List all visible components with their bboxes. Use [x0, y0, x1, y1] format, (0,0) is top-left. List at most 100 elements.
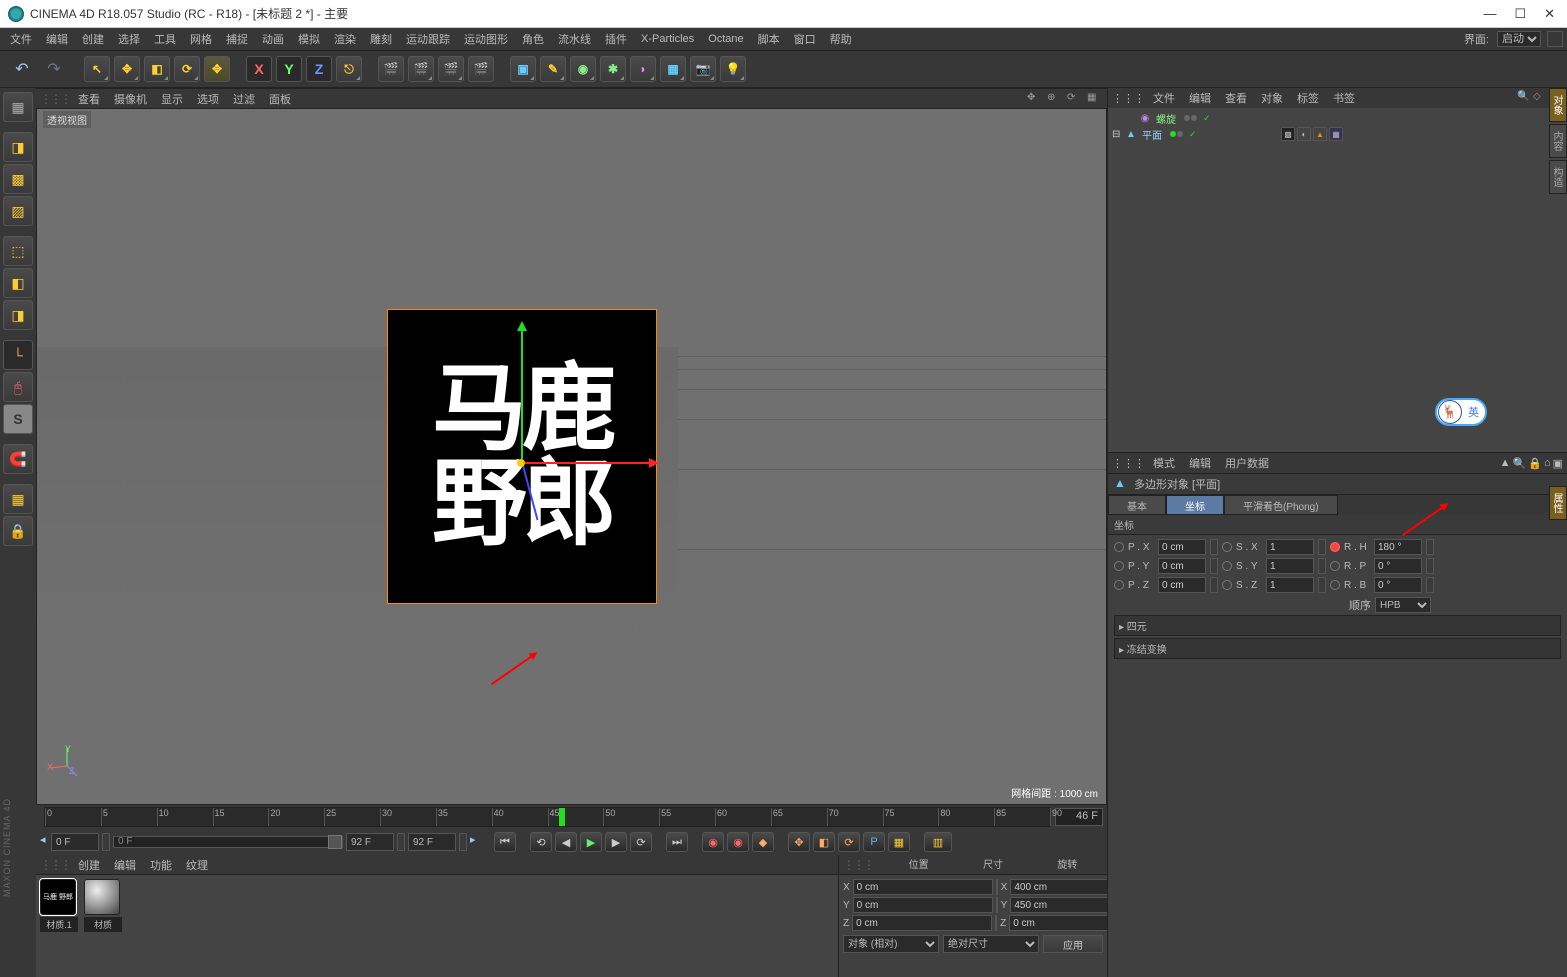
vp-rotate-icon[interactable]: ⟳: [1067, 92, 1081, 106]
attr-scale-field[interactable]: [1266, 539, 1314, 555]
menu-edit[interactable]: 编辑: [40, 29, 74, 49]
keyframe-selection[interactable]: ◆: [752, 832, 774, 852]
texture-tag[interactable]: ◐: [1297, 127, 1311, 141]
generator-subdivision[interactable]: ◉: [570, 56, 596, 82]
perspective-viewport[interactable]: 透视视图 马鹿 野郎 XYZ 网格间距: [36, 108, 1107, 805]
go-end-button[interactable]: ⏭: [666, 832, 688, 852]
spinner[interactable]: [1210, 539, 1218, 555]
range-slider-thumb[interactable]: [328, 835, 342, 849]
scale-tool[interactable]: ◧: [144, 56, 170, 82]
tweak-mode[interactable]: ▦: [3, 484, 33, 514]
spinner[interactable]: [996, 897, 998, 913]
model-mode[interactable]: ◨: [3, 132, 33, 162]
panel-grip-icon[interactable]: ⋮⋮⋮: [1112, 457, 1145, 470]
spinner[interactable]: [397, 833, 405, 851]
attr-menu-userdata[interactable]: 用户数据: [1219, 453, 1275, 473]
obj-menu-tags[interactable]: 标签: [1291, 88, 1325, 108]
viewport-solo[interactable]: 🖰: [3, 372, 33, 402]
object-name[interactable]: 螺旋: [1154, 111, 1178, 126]
mat-menu-create[interactable]: 创建: [72, 855, 106, 875]
menu-animate[interactable]: 动画: [256, 29, 290, 49]
range-end-field[interactable]: [408, 833, 456, 851]
search-icon[interactable]: 🔍: [1517, 91, 1531, 105]
snap-toggle[interactable]: S: [3, 404, 33, 434]
rotation-order-select[interactable]: HPB: [1375, 597, 1431, 613]
minimize-button[interactable]: —: [1483, 6, 1496, 22]
attr-collapse-quaternion[interactable]: ▸ 四元: [1114, 615, 1561, 636]
play-button[interactable]: ▶: [580, 832, 602, 852]
anim-dot-icon[interactable]: [1330, 580, 1340, 590]
edge-mode[interactable]: ◧: [3, 268, 33, 298]
spinner[interactable]: [1318, 558, 1326, 574]
apply-button[interactable]: 应用: [1043, 935, 1103, 953]
textured-plane-object[interactable]: 马鹿 野郎: [387, 309, 657, 604]
coord-system[interactable]: ⎋: [336, 56, 362, 82]
right-tab-attributes[interactable]: 属性: [1549, 486, 1567, 520]
position-field[interactable]: [852, 915, 992, 931]
menu-simulate[interactable]: 模拟: [292, 29, 326, 49]
layout-button[interactable]: [1547, 31, 1563, 47]
attr-menu-mode[interactable]: 模式: [1147, 453, 1181, 473]
material-preview[interactable]: [84, 879, 120, 915]
enable-check-icon[interactable]: ✓: [1189, 129, 1197, 140]
texture-mode[interactable]: ▩: [3, 164, 33, 194]
spinner[interactable]: [995, 915, 997, 931]
size-mode-select[interactable]: 绝对尺寸: [943, 935, 1039, 953]
vp-pan-icon[interactable]: ✥: [1027, 92, 1041, 106]
material-item[interactable]: 马鹿 野郎材质.1: [40, 879, 78, 932]
anim-dot-icon[interactable]: [1222, 542, 1232, 552]
menu-motiontrack[interactable]: 运动跟踪: [400, 29, 456, 49]
workplane-mode[interactable]: ▨: [3, 196, 33, 226]
maximize-button[interactable]: ☐: [1514, 6, 1526, 22]
search-icon[interactable]: 🔍: [1513, 457, 1527, 470]
mat-menu-function[interactable]: 功能: [144, 855, 178, 875]
attr-scale-field[interactable]: [1266, 577, 1314, 593]
obj-menu-file[interactable]: 文件: [1147, 88, 1181, 108]
spinner[interactable]: [459, 833, 467, 851]
attr-tab[interactable]: 平滑着色(Phong): [1224, 495, 1338, 515]
menu-snap[interactable]: 捕捉: [220, 29, 254, 49]
vp-zoom-icon[interactable]: ⊕: [1047, 92, 1061, 106]
anim-dot-icon[interactable]: [1222, 580, 1232, 590]
next-frame-button[interactable]: ▶: [605, 832, 627, 852]
timeline-ruler[interactable]: 051015202530354045505560657075808590: [44, 807, 1051, 827]
object-name[interactable]: 平面: [1140, 127, 1164, 142]
panel-grip-icon[interactable]: ⋮⋮⋮: [40, 858, 70, 872]
visibility-dots[interactable]: [1184, 115, 1197, 121]
range-slider[interactable]: 0 F: [113, 836, 343, 848]
attr-collapse-freeze[interactable]: ▸ 冻结变换: [1114, 638, 1561, 659]
prev-frame-button[interactable]: ◀: [555, 832, 577, 852]
lock-icon[interactable]: 🔒: [1528, 457, 1542, 470]
light-object[interactable]: 💡: [720, 56, 746, 82]
make-editable[interactable]: ▦: [3, 92, 33, 122]
anim-dot-icon[interactable]: [1222, 561, 1232, 571]
material-preview[interactable]: 马鹿 野郎: [40, 879, 76, 915]
phong-tag[interactable]: ▲: [1313, 127, 1327, 141]
menu-file[interactable]: 文件: [4, 29, 38, 49]
position-field[interactable]: [853, 897, 993, 913]
spline-pen[interactable]: ✎: [540, 56, 566, 82]
ime-indicator[interactable]: 🦌 英: [1435, 398, 1487, 426]
attr-rot-field[interactable]: [1374, 539, 1422, 555]
vp-menu-panel[interactable]: 面板: [263, 89, 297, 109]
spinner[interactable]: [1318, 577, 1326, 593]
z-axis-lock[interactable]: Z: [306, 56, 332, 82]
uvw-tag[interactable]: ▦: [1329, 127, 1343, 141]
render-region[interactable]: 🎬: [408, 56, 434, 82]
material-item[interactable]: 材质: [84, 879, 122, 932]
vp-menu-display[interactable]: 显示: [155, 89, 189, 109]
spinner[interactable]: [1210, 558, 1218, 574]
x-axis-lock[interactable]: X: [246, 56, 272, 82]
menu-window[interactable]: 窗口: [788, 29, 822, 49]
spinner[interactable]: [1426, 577, 1434, 593]
menu-select[interactable]: 选择: [112, 29, 146, 49]
mat-menu-texture[interactable]: 纹理: [180, 855, 214, 875]
spinner[interactable]: [102, 833, 110, 851]
nav-up-icon[interactable]: ▲: [1500, 457, 1511, 469]
select-tool[interactable]: ↖: [84, 56, 110, 82]
preview-end-field[interactable]: [346, 833, 394, 851]
point-mode[interactable]: ⬚: [3, 236, 33, 266]
panel-grip-icon[interactable]: ⋮⋮⋮: [1112, 92, 1145, 105]
rotate-tool[interactable]: ⟳: [174, 56, 200, 82]
record-button[interactable]: ◉: [702, 832, 724, 852]
